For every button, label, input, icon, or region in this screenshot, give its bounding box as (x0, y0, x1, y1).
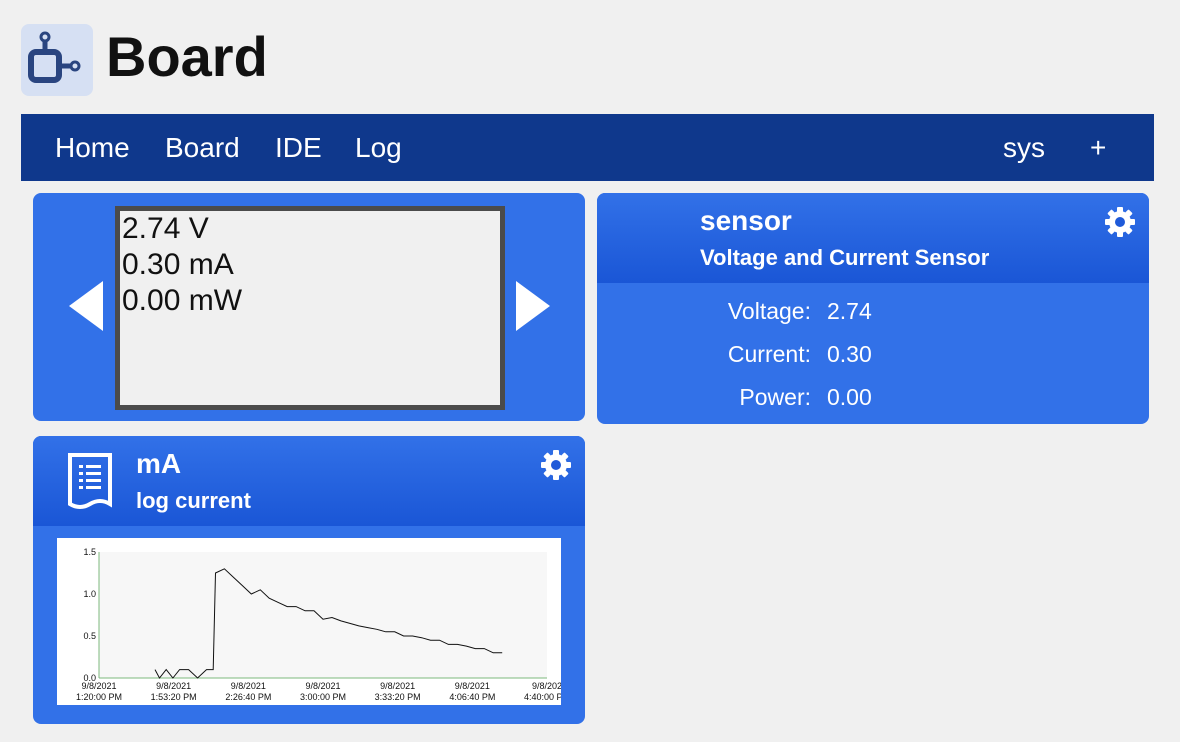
display-screen: 2.74 V 0.30 mA 0.00 mW (115, 206, 505, 410)
x-tick-date-label: 9/8/2021 (81, 681, 116, 691)
gear-icon (541, 450, 571, 480)
x-tick-date-label: 9/8/2021 (305, 681, 340, 691)
x-tick-date-label: 9/8/2021 (156, 681, 191, 691)
x-tick-time-label: 4:06:40 PM (449, 692, 495, 702)
triangle-right-icon (516, 281, 550, 331)
sensor-title: sensor (700, 205, 792, 236)
log-card-header (33, 436, 585, 526)
x-tick-date-label: 9/8/202 (532, 681, 561, 691)
nav-home[interactable]: Home (55, 114, 130, 181)
x-tick-time-label: 1:53:20 PM (151, 692, 197, 702)
nav-add-button[interactable]: + (1090, 114, 1106, 181)
x-tick-date-label: 9/8/2021 (231, 681, 266, 691)
x-tick-date-label: 9/8/2021 (455, 681, 490, 691)
display-card: 2.74 V 0.30 mA 0.00 mW (33, 193, 585, 421)
next-button[interactable] (516, 281, 550, 336)
x-tick-time-label: 2:26:40 PM (225, 692, 271, 702)
x-tick-time-label: 3:33:20 PM (375, 692, 421, 702)
log-settings-button[interactable] (540, 449, 572, 481)
nav-log[interactable]: Log (355, 114, 402, 181)
y-tick-label: 0.5 (83, 631, 96, 641)
board-device-icon (28, 31, 81, 83)
sensor-card: sensor Voltage and Current Sensor Voltag… (597, 193, 1149, 424)
voltage-value: 2.74 (827, 298, 872, 324)
display-line-current: 0.30 mA (122, 248, 234, 281)
chart-svg: 0.00.51.01.59/8/20211:20:00 PM9/8/20211:… (76, 547, 561, 702)
y-tick-label: 1.0 (83, 589, 96, 599)
plot-area (99, 552, 547, 678)
power-label: Power: (739, 384, 811, 410)
log-icon-wrap (67, 452, 113, 515)
nav-ide[interactable]: IDE (275, 114, 322, 181)
power-value: 0.00 (827, 384, 872, 410)
current-label: Current: (727, 341, 811, 367)
page-title: Board (106, 25, 268, 88)
x-tick-time-label: 4:40:00 PM (524, 692, 561, 702)
sensor-subtitle: Voltage and Current Sensor (700, 245, 990, 270)
display-line-power: 0.00 mW (122, 284, 243, 317)
nav-board[interactable]: Board (165, 114, 240, 181)
app-logo (21, 24, 93, 96)
x-tick-time-label: 3:00:00 PM (300, 692, 346, 702)
log-card: mA log current 0.0 0.5 1.0 1.5 9/8/2021 1:20:… (33, 436, 585, 724)
voltage-label: Voltage: (727, 298, 811, 324)
current-log-chart: 0.0 0.5 1.0 1.5 9/8/2021 1:20:00 PM 9/8/2021 1:… (57, 538, 561, 705)
triangle-left-icon (69, 281, 103, 331)
sensor-settings-button[interactable] (1104, 206, 1136, 238)
x-tick-time-label: 1:20:00 PM (76, 692, 122, 702)
prev-button[interactable] (69, 281, 103, 336)
log-title: mA (136, 448, 182, 479)
top-navbar: Home Board IDE Log sys + (21, 114, 1154, 181)
nav-sys[interactable]: sys (1003, 114, 1045, 181)
display-line-voltage: 2.74 V (122, 212, 209, 245)
gear-icon (1105, 207, 1135, 237)
y-tick-label: 1.5 (83, 547, 96, 557)
log-subtitle: log current (136, 488, 251, 513)
log-document-icon (68, 453, 112, 509)
current-value: 0.30 (827, 341, 872, 367)
x-tick-date-label: 9/8/2021 (380, 681, 415, 691)
